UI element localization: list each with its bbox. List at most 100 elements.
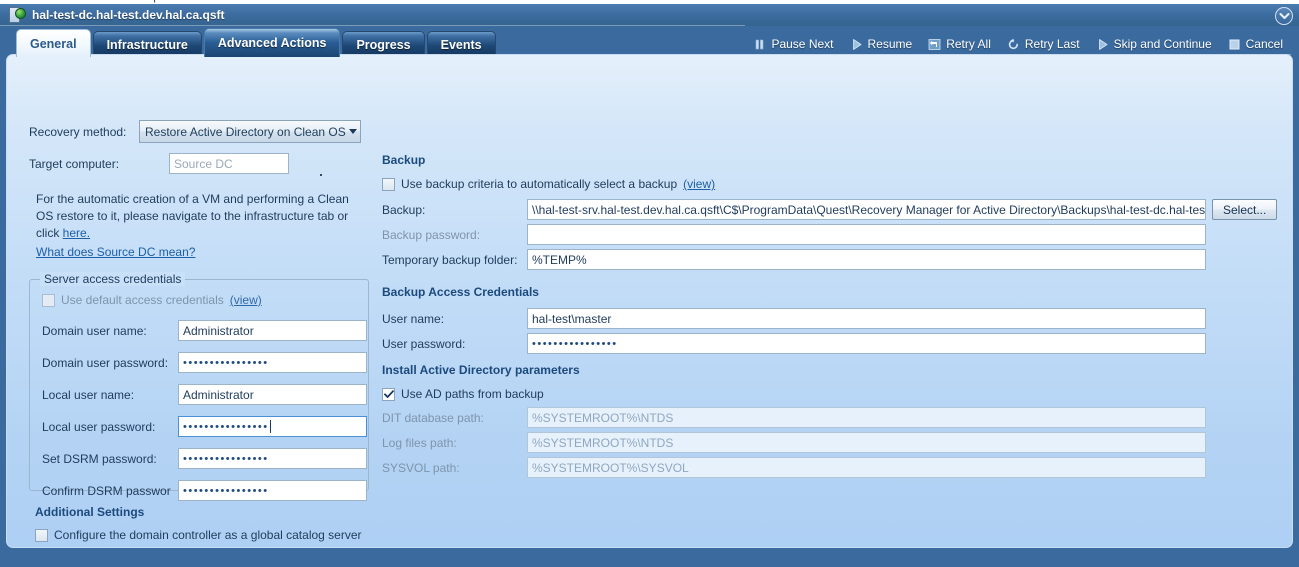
general-tab-panel: Recovery method: Restore Active Director… <box>6 54 1293 548</box>
bac-user-password-label: User password: <box>382 336 466 351</box>
mouse-cursor-dot <box>320 174 322 176</box>
global-catalog-label: Configure the domain controller as a glo… <box>54 528 362 542</box>
bac-user-password-value: •••••••••••••••• <box>532 337 618 350</box>
skip-and-continue-button[interactable]: Skip and Continue <box>1087 35 1220 55</box>
temp-folder-row: Temporary backup folder: %TEMP% <box>382 249 1206 270</box>
bac-user-password-row: User password: •••••••••••••••• <box>382 333 1206 354</box>
local-user-password-value: •••••••••••••••• <box>183 420 269 433</box>
retry-all-icon <box>928 38 941 50</box>
server-globe-icon <box>9 7 26 23</box>
retry-all-label: Retry All <box>946 37 991 51</box>
recovery-method-label: Recovery method: <box>29 124 127 139</box>
resume-label: Resume <box>867 37 913 51</box>
tab-infrastructure-label: Infrastructure <box>106 37 188 52</box>
backup-path-input[interactable]: \\hal-test-srv.hal-test.dev.hal.ca.qsft\… <box>527 199 1206 220</box>
use-default-credentials-view-link[interactable]: (view) <box>230 293 262 307</box>
domain-user-password-value: •••••••••••••••• <box>183 356 269 369</box>
local-user-password-input[interactable]: •••••••••••••••• <box>178 416 367 437</box>
retry-all-button[interactable]: Retry All <box>920 35 999 55</box>
sysvol-path-input[interactable]: %SYSTEMROOT%\SYSVOL <box>527 457 1206 478</box>
use-backup-criteria-checkbox[interactable] <box>382 177 395 191</box>
vm-help-line-1: For the automatic creation of a VM and p… <box>36 192 349 206</box>
tab-and-command-row: General Infrastructure Advanced Actions … <box>0 26 1299 57</box>
bac-user-name-row: User name: hal-test\master <box>382 308 1206 329</box>
local-user-password-row: Local user password: •••••••••••••••• <box>42 416 367 437</box>
server-access-credentials-title: Server access credentials <box>40 272 186 286</box>
server-access-credentials-group: Server access credentials Use default ac… <box>29 272 369 501</box>
sysvol-path-row: SYSVOL path: %SYSTEMROOT%\SYSVOL <box>382 457 1206 478</box>
additional-settings-title: Additional Settings <box>35 505 145 519</box>
domain-user-name-value: Administrator <box>183 323 254 338</box>
domain-user-name-input[interactable]: Administrator <box>178 320 367 341</box>
temp-folder-input[interactable]: %TEMP% <box>527 249 1206 270</box>
tab-general[interactable]: General <box>16 29 91 57</box>
use-default-credentials-label: Use default access credentials <box>61 293 224 307</box>
recovery-method-value: Restore Active Directory on Clean OS <box>145 124 346 139</box>
cancel-button[interactable]: Cancel <box>1219 35 1291 55</box>
use-default-credentials-row: Use default access credentials (view) <box>42 293 262 307</box>
pause-icon <box>756 39 764 49</box>
bac-user-name-label: User name: <box>382 311 445 326</box>
local-user-name-label: Local user name: <box>42 387 135 402</box>
dit-database-path-label: DIT database path: <box>382 410 484 425</box>
use-default-credentials-checkbox[interactable] <box>42 293 55 307</box>
backup-password-input[interactable] <box>527 224 1206 245</box>
backup-section-title: Backup <box>382 153 426 167</box>
pause-next-button[interactable]: Pause Next <box>745 35 842 55</box>
retry-last-button[interactable]: Retry Last <box>998 35 1088 55</box>
set-dsrm-password-input[interactable]: •••••••••••••••• <box>178 448 367 469</box>
use-ad-paths-checkbox[interactable] <box>382 387 395 401</box>
vm-help-line-3: click here. <box>36 225 366 242</box>
here-link[interactable]: here. <box>63 226 90 240</box>
global-catalog-row: Configure the domain controller as a glo… <box>35 528 362 542</box>
command-toolbar: Pause Next Resume Retry All Retry Last S… <box>745 35 1291 55</box>
local-user-password-label: Local user password: <box>42 419 156 434</box>
local-user-name-input[interactable]: Administrator <box>178 384 367 405</box>
use-backup-criteria-view-link[interactable]: (view) <box>683 177 715 191</box>
application-window: hal-test-dc.hal-test.dev.hal.ca.qsft Gen… <box>0 4 1299 567</box>
dit-database-path-input[interactable]: %SYSTEMROOT%\NTDS <box>527 407 1206 428</box>
tab-strip: General Infrastructure Advanced Actions … <box>16 28 496 57</box>
log-files-path-input[interactable]: %SYSTEMROOT%\NTDS <box>527 432 1206 453</box>
backup-access-credentials-title: Backup Access Credentials <box>382 285 539 299</box>
chevron-down-icon[interactable] <box>1275 7 1293 25</box>
log-files-path-value: %SYSTEMROOT%\NTDS <box>532 435 674 450</box>
vm-help-text: For the automatic creation of a VM and p… <box>36 191 366 242</box>
retry-last-label: Retry Last <box>1024 37 1080 51</box>
confirm-dsrm-password-input[interactable]: •••••••••••••••• <box>178 480 367 501</box>
skip-and-continue-label: Skip and Continue <box>1113 37 1212 51</box>
local-user-name-value: Administrator <box>183 387 254 402</box>
bac-user-password-input[interactable]: •••••••••••••••• <box>527 333 1206 354</box>
tab-events-label: Events <box>440 37 482 52</box>
domain-user-password-input[interactable]: •••••••••••••••• <box>178 352 367 373</box>
vm-help-line-3-text: click <box>36 226 63 240</box>
recovery-method-select[interactable]: Restore Active Directory on Clean OS <box>139 120 361 143</box>
log-files-path-row: Log files path: %SYSTEMROOT%\NTDS <box>382 432 1206 453</box>
retry-last-icon <box>1008 38 1018 49</box>
recovery-method-row: Recovery method: Restore Active Director… <box>29 120 361 143</box>
domain-user-password-row: Domain user password: •••••••••••••••• <box>42 352 367 373</box>
dit-database-path-row: DIT database path: %SYSTEMROOT%\NTDS <box>382 407 1206 428</box>
temp-folder-label: Temporary backup folder: <box>382 252 518 267</box>
log-files-path-label: Log files path: <box>382 435 457 450</box>
pause-next-label: Pause Next <box>771 37 834 51</box>
tab-advanced-actions-label: Advanced Actions <box>217 36 327 50</box>
bac-user-name-input[interactable]: hal-test\master <box>527 308 1206 329</box>
temp-folder-value: %TEMP% <box>532 252 587 267</box>
tab-general-label: General <box>30 36 77 51</box>
play-icon <box>1098 38 1107 50</box>
tab-progress-label: Progress <box>356 37 411 52</box>
title-bar: hal-test-dc.hal-test.dev.hal.ca.qsft <box>0 4 1299 26</box>
local-user-name-row: Local user name: Administrator <box>42 384 367 405</box>
target-computer-input[interactable]: Source DC <box>169 153 289 174</box>
backup-select-button[interactable]: Select... <box>1212 199 1278 220</box>
install-ad-parameters-title: Install Active Directory parameters <box>382 363 580 377</box>
text-caret <box>269 420 271 433</box>
global-catalog-checkbox[interactable] <box>35 528 48 542</box>
resume-button[interactable]: Resume <box>841 35 921 55</box>
target-computer-row: Target computer: Source DC <box>29 153 289 174</box>
use-ad-paths-row: Use AD paths from backup <box>382 387 544 401</box>
tab-advanced-actions[interactable]: Advanced Actions <box>203 28 341 57</box>
source-dc-help-link[interactable]: What does Source DC mean? <box>36 245 195 259</box>
cut-off-menubar-ghost-text: File Action View Help Console Root <box>0 0 1299 3</box>
